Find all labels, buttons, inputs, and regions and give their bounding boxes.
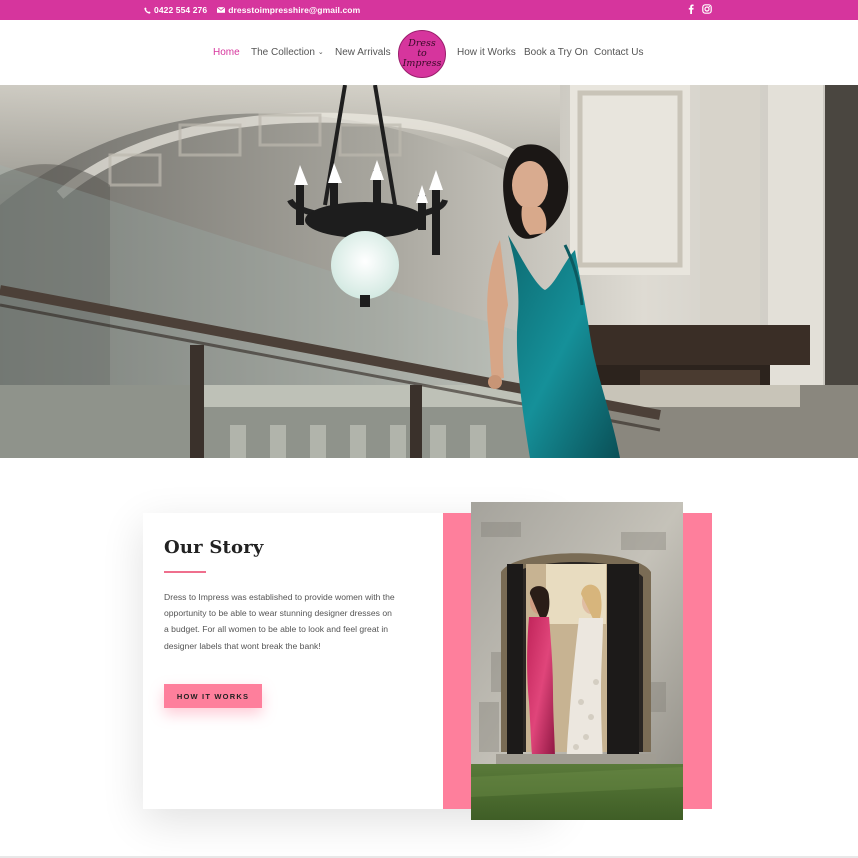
nav-the-collection-label: The Collection bbox=[251, 47, 315, 58]
chevron-down-icon: ⌄ bbox=[317, 49, 324, 56]
title-divider bbox=[164, 571, 206, 573]
nav-new-arrivals[interactable]: New Arrivals bbox=[335, 47, 391, 58]
story-body: Dress to Impress was established to prov… bbox=[164, 592, 395, 651]
phone-number: 0422 554 276 bbox=[154, 5, 208, 15]
how-it-works-button[interactable]: HOW IT WORKS bbox=[164, 684, 262, 708]
nav-book-a-try-on[interactable]: Book a Try On bbox=[524, 47, 588, 58]
phone-icon bbox=[144, 6, 151, 14]
story-title: Our Story bbox=[164, 537, 264, 558]
nav-contact-us[interactable]: Contact Us bbox=[594, 47, 643, 58]
facebook-icon[interactable] bbox=[688, 4, 694, 14]
nav-home[interactable]: Home bbox=[213, 47, 240, 58]
envelope-icon bbox=[217, 7, 226, 13]
nav-the-collection[interactable]: The Collection ⌄ bbox=[251, 47, 324, 58]
email-link[interactable]: dresstoimpresshire@gmail.com bbox=[217, 5, 360, 15]
site-logo[interactable]: Dress to Impress bbox=[398, 30, 446, 78]
hero-image bbox=[0, 85, 858, 458]
instagram-icon[interactable] bbox=[702, 4, 712, 14]
story-photo bbox=[471, 502, 683, 820]
logo-text: Dress to Impress bbox=[402, 38, 442, 69]
nav-how-it-works[interactable]: How it Works bbox=[457, 47, 516, 58]
contact-info: 0422 554 276 dresstoimpresshire@gmail.co… bbox=[144, 5, 360, 15]
email-address: dresstoimpresshire@gmail.com bbox=[228, 5, 361, 15]
top-bar: 0422 554 276 dresstoimpresshire@gmail.co… bbox=[0, 0, 858, 20]
phone-link[interactable]: 0422 554 276 bbox=[144, 5, 207, 15]
site-header: Home The Collection ⌄ New Arrivals Dress … bbox=[0, 20, 858, 85]
main-nav: Home The Collection ⌄ New Arrivals Dress … bbox=[0, 20, 858, 85]
social-links bbox=[688, 4, 712, 14]
